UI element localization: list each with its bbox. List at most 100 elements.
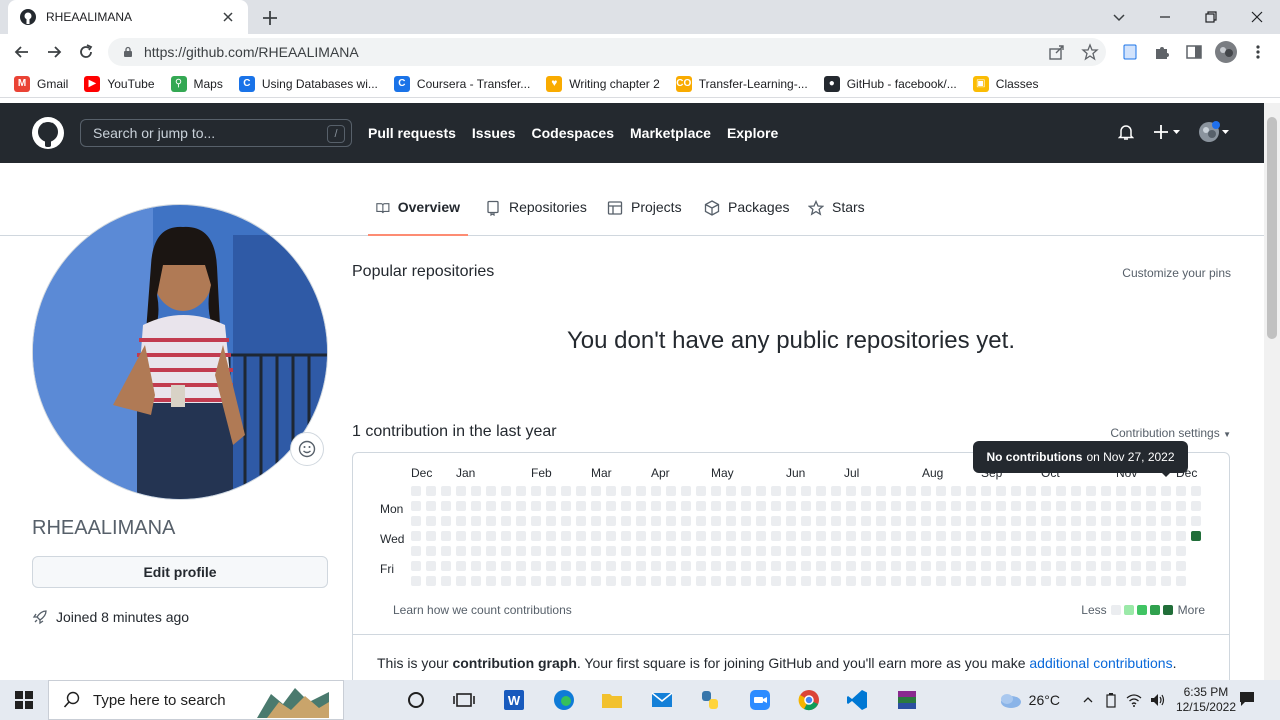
contribution-day-cell[interactable] <box>786 561 796 571</box>
contribution-day-cell[interactable] <box>951 561 961 571</box>
contribution-day-cell[interactable] <box>936 501 946 511</box>
contribution-day-cell[interactable] <box>831 486 841 496</box>
restore-icon[interactable] <box>1199 6 1223 28</box>
contribution-day-cell[interactable] <box>861 516 871 526</box>
contribution-day-cell[interactable] <box>561 501 571 511</box>
contribution-day-cell[interactable] <box>906 531 916 541</box>
contribution-day-cell[interactable] <box>891 546 901 556</box>
contribution-day-cell[interactable] <box>471 561 481 571</box>
contribution-day-cell[interactable] <box>846 486 856 496</box>
contribution-day-cell[interactable] <box>486 561 496 571</box>
contribution-day-cell[interactable] <box>786 576 796 586</box>
contribution-day-cell[interactable] <box>516 561 526 571</box>
contribution-day-cell[interactable] <box>726 531 736 541</box>
contribution-day-cell[interactable] <box>561 531 571 541</box>
contribution-day-cell[interactable] <box>891 576 901 586</box>
contribution-day-cell[interactable] <box>1146 546 1156 556</box>
contribution-day-cell[interactable] <box>441 501 451 511</box>
contribution-day-cell[interactable] <box>996 516 1006 526</box>
contribution-day-cell[interactable] <box>1191 501 1201 511</box>
contribution-day-cell[interactable] <box>981 486 991 496</box>
contribution-day-cell[interactable] <box>1161 576 1171 586</box>
contribution-day-cell[interactable] <box>636 516 646 526</box>
create-new-plus-icon[interactable] <box>1154 124 1182 140</box>
nav-explore[interactable]: Explore <box>727 125 778 141</box>
contribution-day-cell[interactable] <box>756 486 766 496</box>
set-status-button[interactable] <box>290 432 324 466</box>
contribution-day-cell[interactable] <box>696 516 706 526</box>
contribution-day-cell[interactable] <box>486 546 496 556</box>
contribution-day-cell[interactable] <box>726 561 736 571</box>
battery-icon[interactable] <box>1104 692 1118 708</box>
contribution-day-cell[interactable] <box>1086 576 1096 586</box>
contribution-day-cell[interactable] <box>471 501 481 511</box>
nav-pull-requests[interactable]: Pull requests <box>368 125 456 141</box>
contribution-day-cell[interactable] <box>756 546 766 556</box>
contribution-day-cell[interactable] <box>741 486 751 496</box>
contribution-day-cell[interactable] <box>441 516 451 526</box>
contribution-day-cell[interactable] <box>996 531 1006 541</box>
contribution-day-cell[interactable] <box>666 561 676 571</box>
contribution-day-cell[interactable] <box>1041 516 1051 526</box>
cortana-icon[interactable] <box>404 688 428 712</box>
contribution-day-cell[interactable] <box>1161 546 1171 556</box>
contribution-day-cell[interactable] <box>636 501 646 511</box>
contribution-day-cell[interactable] <box>531 486 541 496</box>
contribution-day-cell[interactable] <box>711 531 721 541</box>
contribution-day-cell[interactable] <box>1056 576 1066 586</box>
contribution-day-cell[interactable] <box>771 531 781 541</box>
contribution-day-cell[interactable] <box>456 531 466 541</box>
contribution-day-cell[interactable] <box>576 576 586 586</box>
contribution-day-cell[interactable] <box>651 576 661 586</box>
contribution-day-cell[interactable] <box>591 561 601 571</box>
contribution-day-cell[interactable] <box>636 561 646 571</box>
contribution-day-cell[interactable] <box>456 501 466 511</box>
contribution-day-cell[interactable] <box>1101 531 1111 541</box>
contribution-day-cell[interactable] <box>1116 516 1126 526</box>
contribution-day-cell[interactable] <box>561 561 571 571</box>
contribution-day-cell[interactable] <box>486 486 496 496</box>
contribution-day-cell[interactable] <box>696 501 706 511</box>
wifi-icon[interactable] <box>1126 693 1142 707</box>
contribution-day-cell[interactable] <box>546 576 556 586</box>
contribution-day-cell[interactable] <box>456 546 466 556</box>
contribution-day-cell[interactable] <box>636 486 646 496</box>
contribution-day-cell[interactable] <box>726 576 736 586</box>
contribution-day-cell[interactable] <box>846 561 856 571</box>
contribution-day-cell[interactable] <box>996 576 1006 586</box>
contribution-day-cell[interactable] <box>486 576 496 586</box>
contribution-day-cell[interactable] <box>501 486 511 496</box>
contribution-day-cell[interactable] <box>1026 576 1036 586</box>
contribution-day-cell[interactable] <box>1146 576 1156 586</box>
bookmark-item[interactable]: ▣ Classes <box>972 75 1038 92</box>
contribution-day-cell[interactable] <box>696 546 706 556</box>
contribution-day-cell[interactable] <box>666 516 676 526</box>
contribution-day-cell[interactable] <box>861 501 871 511</box>
contribution-day-cell[interactable] <box>1146 516 1156 526</box>
contribution-day-cell[interactable] <box>1086 531 1096 541</box>
contribution-day-cell[interactable] <box>621 546 631 556</box>
contribution-day-cell[interactable] <box>771 486 781 496</box>
contribution-day-cell[interactable] <box>546 531 556 541</box>
contribution-day-cell[interactable] <box>711 546 721 556</box>
contribution-day-cell[interactable] <box>1116 486 1126 496</box>
contribution-day-cell[interactable] <box>666 486 676 496</box>
side-panel-icon[interactable] <box>1185 43 1203 61</box>
contribution-day-cell[interactable] <box>786 531 796 541</box>
contribution-day-cell[interactable] <box>1131 576 1141 586</box>
contribution-day-cell[interactable] <box>1131 531 1141 541</box>
nav-codespaces[interactable]: Codespaces <box>532 125 614 141</box>
contribution-day-cell[interactable] <box>861 546 871 556</box>
contribution-day-cell[interactable] <box>846 531 856 541</box>
contribution-day-cell[interactable] <box>1146 486 1156 496</box>
contribution-day-cell[interactable] <box>936 561 946 571</box>
contribution-day-cell[interactable] <box>1011 486 1021 496</box>
weather-cloud-icon[interactable] <box>997 691 1023 709</box>
contribution-day-cell[interactable] <box>621 501 631 511</box>
contribution-day-cell[interactable] <box>471 486 481 496</box>
contribution-day-cell[interactable] <box>1071 501 1081 511</box>
contribution-day-cell[interactable] <box>741 546 751 556</box>
contribution-day-cell[interactable] <box>681 501 691 511</box>
contribution-day-cell[interactable] <box>666 531 676 541</box>
contribution-day-cell[interactable] <box>966 546 976 556</box>
